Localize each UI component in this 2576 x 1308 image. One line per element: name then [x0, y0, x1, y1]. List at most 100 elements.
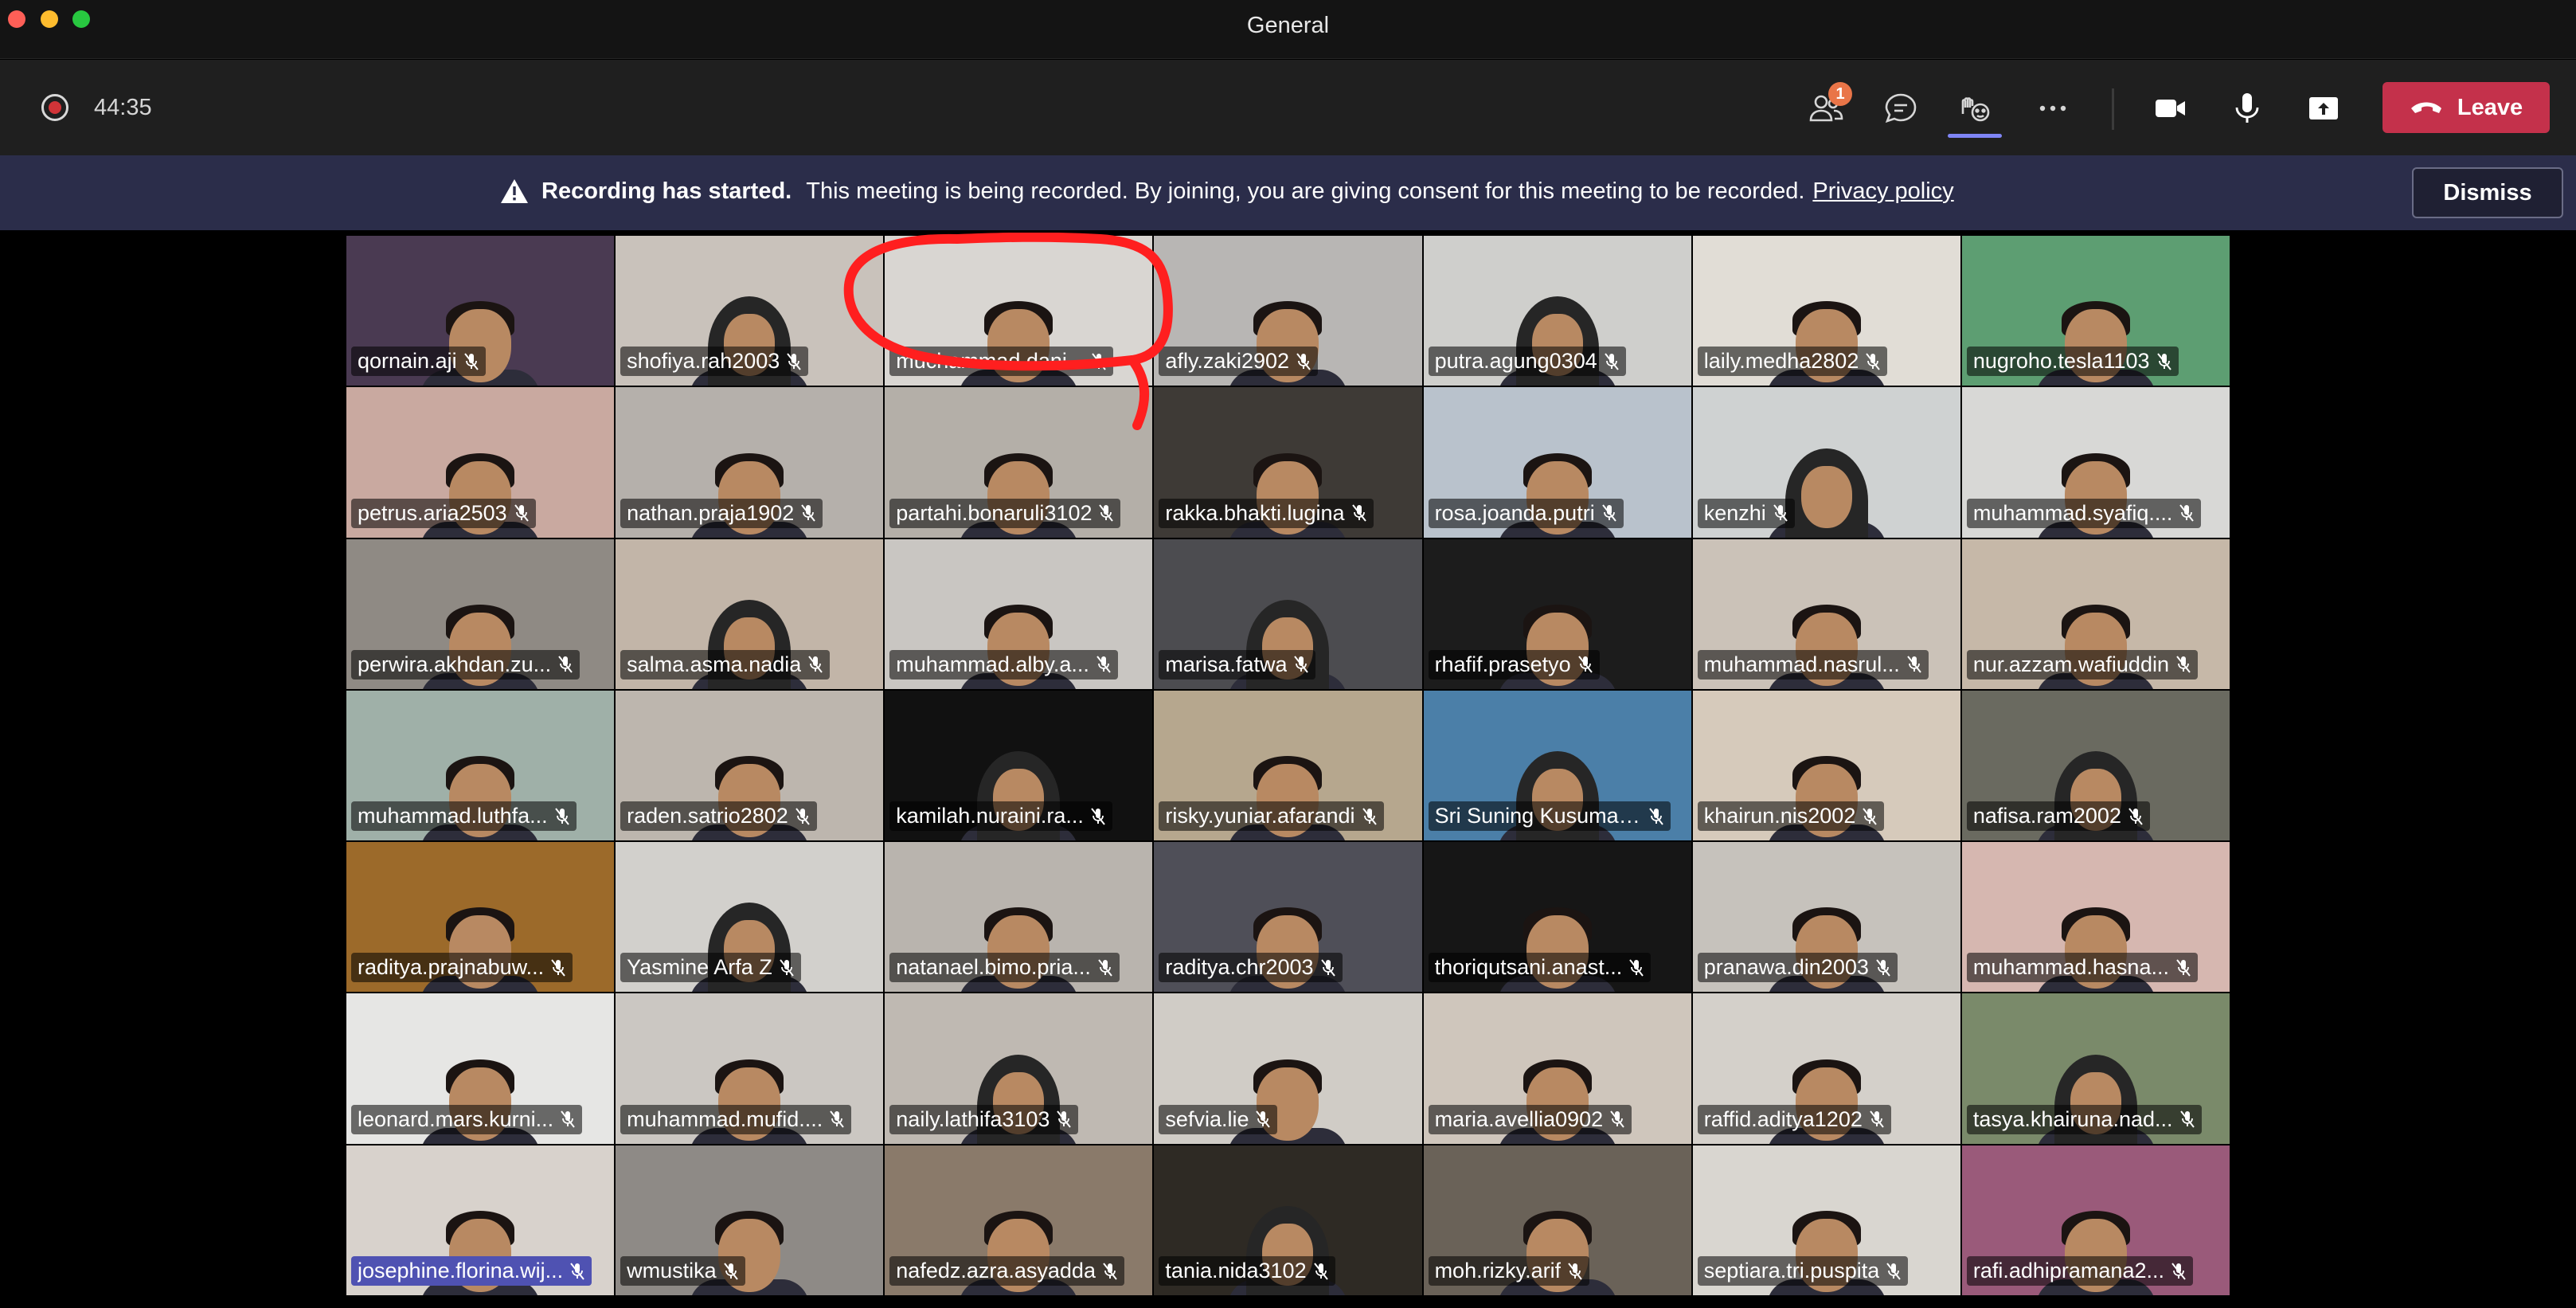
- participant-name-tag: rafi.adhipramana2...: [1966, 1256, 2193, 1286]
- more-actions-button[interactable]: [2033, 88, 2073, 128]
- meeting-timer: 44:35: [94, 95, 152, 120]
- participant-tile[interactable]: muchammad.dani...: [885, 236, 1153, 386]
- participant-tile[interactable]: muhammad.nasrul...: [1692, 538, 1960, 689]
- participant-tile[interactable]: wmustika: [616, 1145, 884, 1295]
- mic-muted-icon: [2179, 1110, 2195, 1128]
- participant-tile[interactable]: natanael.bimo.pria...: [885, 842, 1153, 993]
- participant-name-tag: nafedz.azra.asyadda: [889, 1256, 1124, 1286]
- mic-muted-icon: [2179, 504, 2195, 522]
- participant-tile[interactable]: putra.agung0304: [1423, 236, 1691, 386]
- participant-name-tag: nur.azzam.wafiuddin: [1966, 649, 2198, 679]
- participant-name-tag: Sri Suning Kusumaw...: [1428, 801, 1671, 832]
- participant-tile[interactable]: risky.yuniar.afarandi: [1154, 690, 1422, 841]
- participant-name: leonard.mars.kurni...: [358, 1106, 554, 1131]
- participant-name: muhammad.syafiq....: [1972, 500, 2173, 525]
- video-stage: qornain.aji shofiya.rah2003 muchammad.dani…: [0, 230, 2576, 1308]
- participant-name: wmustika: [627, 1259, 717, 1283]
- participant-name-tag: perwira.akhdan.zu...: [351, 649, 580, 679]
- participant-tile[interactable]: tania.nida3102: [1154, 1145, 1422, 1295]
- participant-tile[interactable]: pranawa.din2003: [1692, 842, 1960, 993]
- participant-tile[interactable]: rafi.adhipramana2...: [1961, 1145, 2230, 1295]
- participant-tile[interactable]: raditya.chr2003: [1154, 842, 1422, 993]
- participant-tile[interactable]: nur.azzam.wafiuddin: [1961, 538, 2230, 689]
- participant-name-tag: muhammad.mufid....: [620, 1104, 852, 1134]
- participant-tile[interactable]: tasya.khairuna.nad...: [1961, 993, 2230, 1144]
- participant-tile[interactable]: sefvia.lie: [1154, 993, 1422, 1144]
- participant-name: tasya.khairuna.nad...: [1972, 1106, 2173, 1131]
- participant-tile[interactable]: nugroho.tesla1103: [1961, 236, 2230, 386]
- meeting-toolbar: 44:35 1 Leave: [0, 60, 2576, 155]
- participant-tile[interactable]: josephine.florina.wij...: [346, 1145, 615, 1295]
- participant-tile[interactable]: shofiya.rah2003: [616, 236, 884, 386]
- participant-name-tag: muhammad.luthfa...: [351, 801, 577, 832]
- dismiss-button[interactable]: Dismiss: [2412, 167, 2563, 218]
- participant-tile[interactable]: raffid.aditya1202: [1692, 993, 1960, 1144]
- participant-tile[interactable]: raditya.prajnabuw...: [346, 842, 615, 993]
- privacy-policy-link[interactable]: Privacy policy: [1812, 178, 1953, 205]
- participant-tile[interactable]: partahi.bonaruli3102: [885, 387, 1153, 538]
- participant-tile[interactable]: rakka.bhakti.lugina: [1154, 387, 1422, 538]
- leave-button[interactable]: Leave: [2383, 82, 2550, 133]
- participant-tile[interactable]: thoriqutsani.anast...: [1423, 842, 1691, 993]
- participant-tile[interactable]: petrus.aria2503: [346, 387, 615, 538]
- participant-tile[interactable]: qornain.aji: [346, 236, 615, 386]
- participant-name-tag: kenzhi: [1697, 498, 1795, 528]
- participant-tile[interactable]: raden.satrio2802: [616, 690, 884, 841]
- participant-tile[interactable]: rhafif.prasetyo: [1423, 538, 1691, 689]
- recording-banner: Recording has started. This meeting is b…: [0, 155, 2576, 230]
- participant-tile[interactable]: moh.rizky.arif: [1423, 1145, 1691, 1295]
- participant-name-tag: raditya.chr2003: [1159, 953, 1343, 983]
- participant-name-tag: rakka.bhakti.lugina: [1159, 498, 1374, 528]
- share-icon: [2309, 97, 2338, 119]
- chat-button[interactable]: [1881, 88, 1921, 128]
- camera-button[interactable]: [2150, 88, 2190, 128]
- participant-name: khairun.nis2002: [1703, 804, 1856, 828]
- participant-tile[interactable]: laily.medha2802: [1692, 236, 1960, 386]
- participant-name: kenzhi: [1703, 500, 1766, 525]
- participant-name: nafedz.azra.asyadda: [896, 1259, 1096, 1283]
- participant-tile[interactable]: nathan.praja1902: [616, 387, 884, 538]
- participant-tile[interactable]: rosa.joanda.putri: [1423, 387, 1691, 538]
- participant-tile[interactable]: muhammad.syafiq....: [1961, 387, 2230, 538]
- share-screen-button[interactable]: [2304, 88, 2343, 128]
- participant-name: perwira.akhdan.zu...: [358, 652, 552, 676]
- participant-name-tag: shofiya.rah2003: [620, 347, 809, 377]
- mic-muted-icon: [1866, 353, 1881, 370]
- microphone-button[interactable]: [2227, 88, 2267, 128]
- mic-muted-icon: [1568, 1262, 1582, 1280]
- participant-tile[interactable]: afly.zaki2902: [1154, 236, 1422, 386]
- mic-muted-icon: [554, 808, 569, 825]
- participant-name: kamilah.nuraini.ra...: [896, 804, 1084, 828]
- participant-tile[interactable]: muhammad.luthfa...: [346, 690, 615, 841]
- participant-tile[interactable]: salma.asma.nadia: [616, 538, 884, 689]
- toolbar-divider: [2112, 88, 2114, 130]
- participant-tile[interactable]: naily.lathifa3103: [885, 993, 1153, 1144]
- participant-tile[interactable]: nafisa.ram2002: [1961, 690, 2230, 841]
- mic-muted-icon: [558, 656, 573, 673]
- participant-name-tag: muchammad.dani...: [889, 347, 1114, 377]
- participant-tile[interactable]: nafedz.azra.asyadda: [885, 1145, 1153, 1295]
- participant-name: muhammad.alby.a...: [896, 652, 1089, 676]
- participant-tile[interactable]: kamilah.nuraini.ra...: [885, 690, 1153, 841]
- participant-tile[interactable]: Sri Suning Kusumaw...: [1423, 690, 1691, 841]
- participant-name-tag: afly.zaki2902: [1159, 347, 1319, 377]
- mic-muted-icon: [1057, 1110, 1072, 1128]
- participants-button[interactable]: 1: [1806, 82, 1852, 128]
- participant-tile[interactable]: maria.avellia0902: [1423, 993, 1691, 1144]
- participant-tile[interactable]: muhammad.hasna...: [1961, 842, 2230, 993]
- participant-tile[interactable]: marisa.fatwa: [1154, 538, 1422, 689]
- participant-tile[interactable]: perwira.akhdan.zu...: [346, 538, 615, 689]
- reactions-button[interactable]: [1955, 88, 1995, 128]
- participant-tile[interactable]: khairun.nis2002: [1692, 690, 1960, 841]
- participant-tile[interactable]: septiara.tri.puspita: [1692, 1145, 1960, 1295]
- participant-tile[interactable]: kenzhi: [1692, 387, 1960, 538]
- participant-name: raffid.aditya1202: [1703, 1106, 1863, 1131]
- participant-tile[interactable]: muhammad.alby.a...: [885, 538, 1153, 689]
- window-title: General: [1246, 13, 1330, 38]
- participant-name: naily.lathifa3103: [896, 1106, 1050, 1131]
- participant-tile[interactable]: muhammad.mufid....: [616, 993, 884, 1144]
- participant-tile[interactable]: Yasmine Arfa Z: [616, 842, 884, 993]
- participant-name-tag: tasya.khairuna.nad...: [1966, 1104, 2202, 1134]
- participant-tile[interactable]: leonard.mars.kurni...: [346, 993, 615, 1144]
- participant-name: rakka.bhakti.lugina: [1165, 500, 1345, 525]
